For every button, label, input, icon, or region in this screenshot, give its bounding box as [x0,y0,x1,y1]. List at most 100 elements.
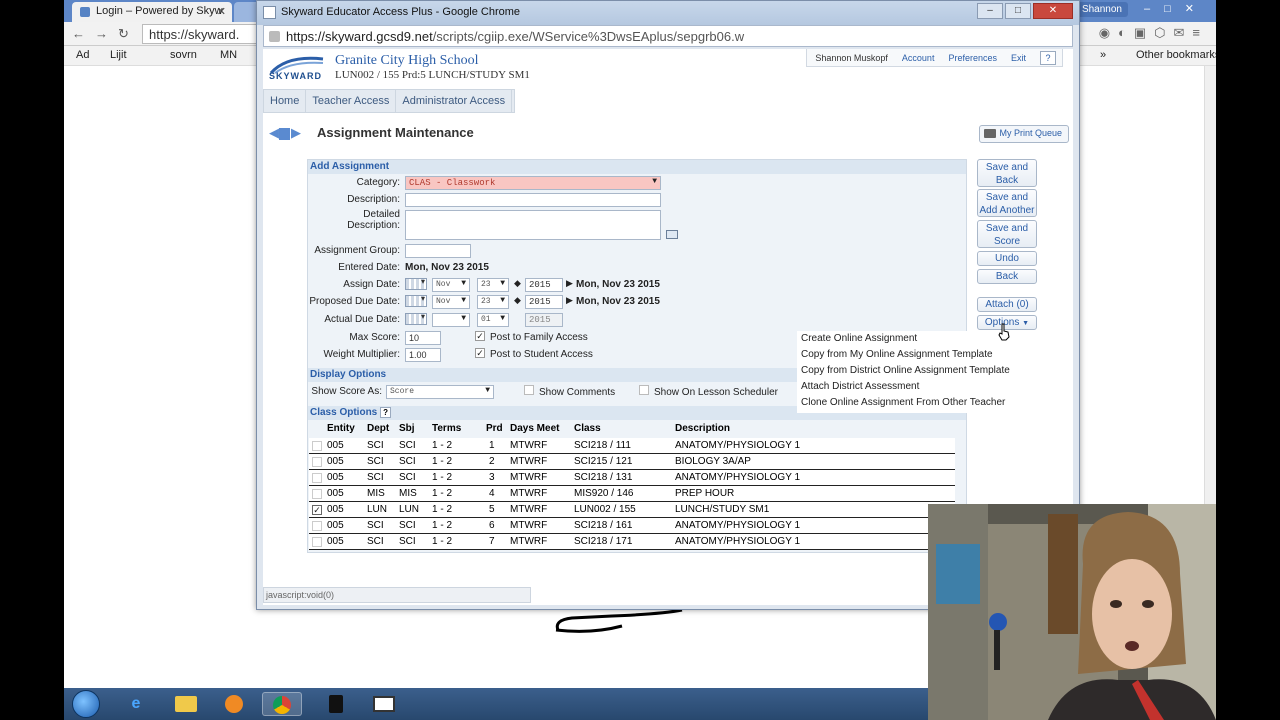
bookmark-other[interactable]: Other bookmarks [1136,49,1220,61]
back-button[interactable]: Back [977,269,1037,284]
description-input[interactable] [405,193,661,207]
maximize-button[interactable]: □ [1005,3,1031,19]
post-family-checkbox[interactable]: ✓ [475,331,485,341]
row-checkbox[interactable] [312,473,322,483]
undo-button[interactable]: Undo [977,251,1037,266]
bookmarks-overflow[interactable]: » [1100,49,1106,61]
row-checkbox[interactable] [312,537,322,547]
row-checkbox[interactable] [312,489,322,499]
table-row[interactable]: 005 SCI SCI 1 - 2 1 MTWRF SCI218 / 111 ANATOMY/… [309,438,955,454]
cell-prd: 7 [489,536,495,547]
col-prd: Prd [486,423,503,434]
show-score-label: Show Score As: [311,386,382,397]
table-row[interactable]: 005 SCI SCI 1 - 2 3 MTWRF SCI218 / 131 ANATOMY/… [309,470,955,486]
cell-days: MTWRF [510,504,548,515]
bookmark-sovrn[interactable]: sovrn [170,49,197,61]
save-and-score-button[interactable]: Save and Score [977,220,1037,248]
assign-month-select[interactable]: Nov ▼ [432,278,470,292]
assign-year-input[interactable]: 2015 [525,278,563,292]
nav-teacher-access[interactable]: Teacher Access [306,90,397,112]
preferences-link[interactable]: Preferences [948,53,997,63]
show-lesson-checkbox[interactable] [639,385,649,395]
due-month-select[interactable]: Nov ▼ [432,295,470,309]
tab-close-icon[interactable]: ✕ [217,5,226,18]
post-student-checkbox[interactable]: ✓ [475,348,485,358]
show-score-select[interactable]: Score ▼ [386,385,494,399]
nav-home[interactable]: Home [264,90,307,112]
assignment-group-input[interactable] [405,244,471,258]
extension-icons[interactable]: ◉◐▣⬡✉≡ [1099,25,1208,41]
actual-year-input[interactable]: 2015 [525,313,563,327]
cell-sbj: SCI [399,520,416,531]
weight-input[interactable]: 1.00 [405,348,441,362]
bg-tab-login[interactable]: Login – Powered by Skyw ✕ [72,2,232,22]
nav-buttons-icon[interactable]: ←→↻ [72,26,139,42]
save-and-add-another-button[interactable]: Save and Add Another [977,189,1037,217]
media-player-icon[interactable] [214,692,254,716]
assign-date-next-icon[interactable]: ▶ [566,278,573,289]
due-date-prev-icon[interactable]: ◆ [514,295,521,306]
ie-icon[interactable]: e [116,692,156,716]
start-button[interactable] [72,690,100,718]
attach-button[interactable]: Attach (0) [977,297,1037,312]
menu-attach-district-assessment[interactable]: Attach District Assessment [797,379,1041,395]
bg-omnibox[interactable]: https://skyward. [142,24,262,44]
row-checkbox[interactable] [312,521,322,531]
popup-url-bar[interactable]: https://skyward.gcsd9.net/scripts/cgiip.… [263,25,1073,47]
chrome-icon[interactable] [262,692,302,716]
page-nav-arrows[interactable]: ◀ ▶ [269,125,301,141]
table-row[interactable]: ✓ 005 LUN LUN 1 - 2 5 MTWRF LUN002 / 155 LUNCH/S… [309,502,955,518]
page-nav-menu-icon[interactable] [279,127,290,140]
window-controls[interactable]: –□✕ [1144,2,1208,15]
account-link[interactable]: Account [902,53,935,63]
bookmark-mn[interactable]: MN [220,49,237,61]
due-date-next-icon[interactable]: ▶ [566,295,573,306]
cell-desc: BIOLOGY 3A/AP [675,456,751,467]
minimize-button[interactable]: – [977,3,1003,19]
hat-app-icon[interactable] [316,692,356,716]
save-and-back-button[interactable]: Save and Back [977,159,1037,187]
bookmark-ad[interactable]: Ad [76,49,89,61]
table-row[interactable]: 005 SCI SCI 1 - 2 7 MTWRF SCI218 / 171 ANATOMY/… [309,534,955,550]
menu-copy-my-template[interactable]: Copy from My Online Assignment Template [797,347,1041,363]
table-row[interactable]: 005 SCI SCI 1 - 2 6 MTWRF SCI218 / 161 ANATOMY/… [309,518,955,534]
menu-clone-from-teacher[interactable]: Clone Online Assignment From Other Teach… [797,395,1041,411]
category-select[interactable]: CLAS - Classwork ▼ [405,176,661,190]
cell-days: MTWRF [510,440,548,451]
window-app-icon[interactable] [364,692,404,716]
exit-link[interactable]: Exit [1011,53,1026,63]
cell-prd: 4 [489,488,495,499]
show-comments-checkbox[interactable] [524,385,534,395]
detailed-description-textarea[interactable] [405,210,661,240]
cell-prd: 2 [489,456,495,467]
due-year-input[interactable]: 2015 [525,295,563,309]
actual-calendar-icon[interactable] [405,312,427,325]
table-row[interactable]: 005 MIS MIS 1 - 2 4 MTWRF MIS920 / 146 PREP HOU… [309,486,955,502]
max-score-input[interactable]: 10 [405,331,441,345]
actual-month-select[interactable]: ▼ [432,313,470,327]
assign-date-prev-icon[interactable]: ◆ [514,278,521,289]
help-button[interactable]: ? [1040,50,1056,65]
due-calendar-icon[interactable] [405,294,427,307]
cell-prd: 5 [489,504,495,515]
col-class: Class [574,423,601,434]
spellcheck-icon[interactable] [666,230,678,239]
row-checkbox[interactable]: ✓ [312,505,322,515]
explorer-folder-icon[interactable] [166,692,206,716]
nav-administrator-access[interactable]: Administrator Access [396,90,513,112]
print-queue-button[interactable]: My Print Queue [979,125,1069,143]
category-label: Category: [356,177,400,188]
actual-day-select[interactable]: 01 ▼ [477,313,509,327]
due-day-select[interactable]: 23 ▼ [477,295,509,309]
assign-day-select[interactable]: 23 ▼ [477,278,509,292]
menu-copy-district-template[interactable]: Copy from District Online Assignment Tem… [797,363,1041,379]
close-button[interactable]: ✕ [1033,3,1073,19]
table-row[interactable]: 005 SCI SCI 1 - 2 2 MTWRF SCI215 / 121 BIOLOGY … [309,454,955,470]
class-options-help-icon[interactable]: ? [380,407,392,418]
bookmark-lijit[interactable]: Lijit [110,49,127,61]
profile-button[interactable]: Shannon [1075,2,1128,17]
assign-calendar-icon[interactable] [405,277,427,290]
popup-titlebar[interactable]: Skyward Educator Access Plus - Google Ch… [257,1,1079,25]
row-checkbox[interactable] [312,457,322,467]
row-checkbox[interactable] [312,441,322,451]
